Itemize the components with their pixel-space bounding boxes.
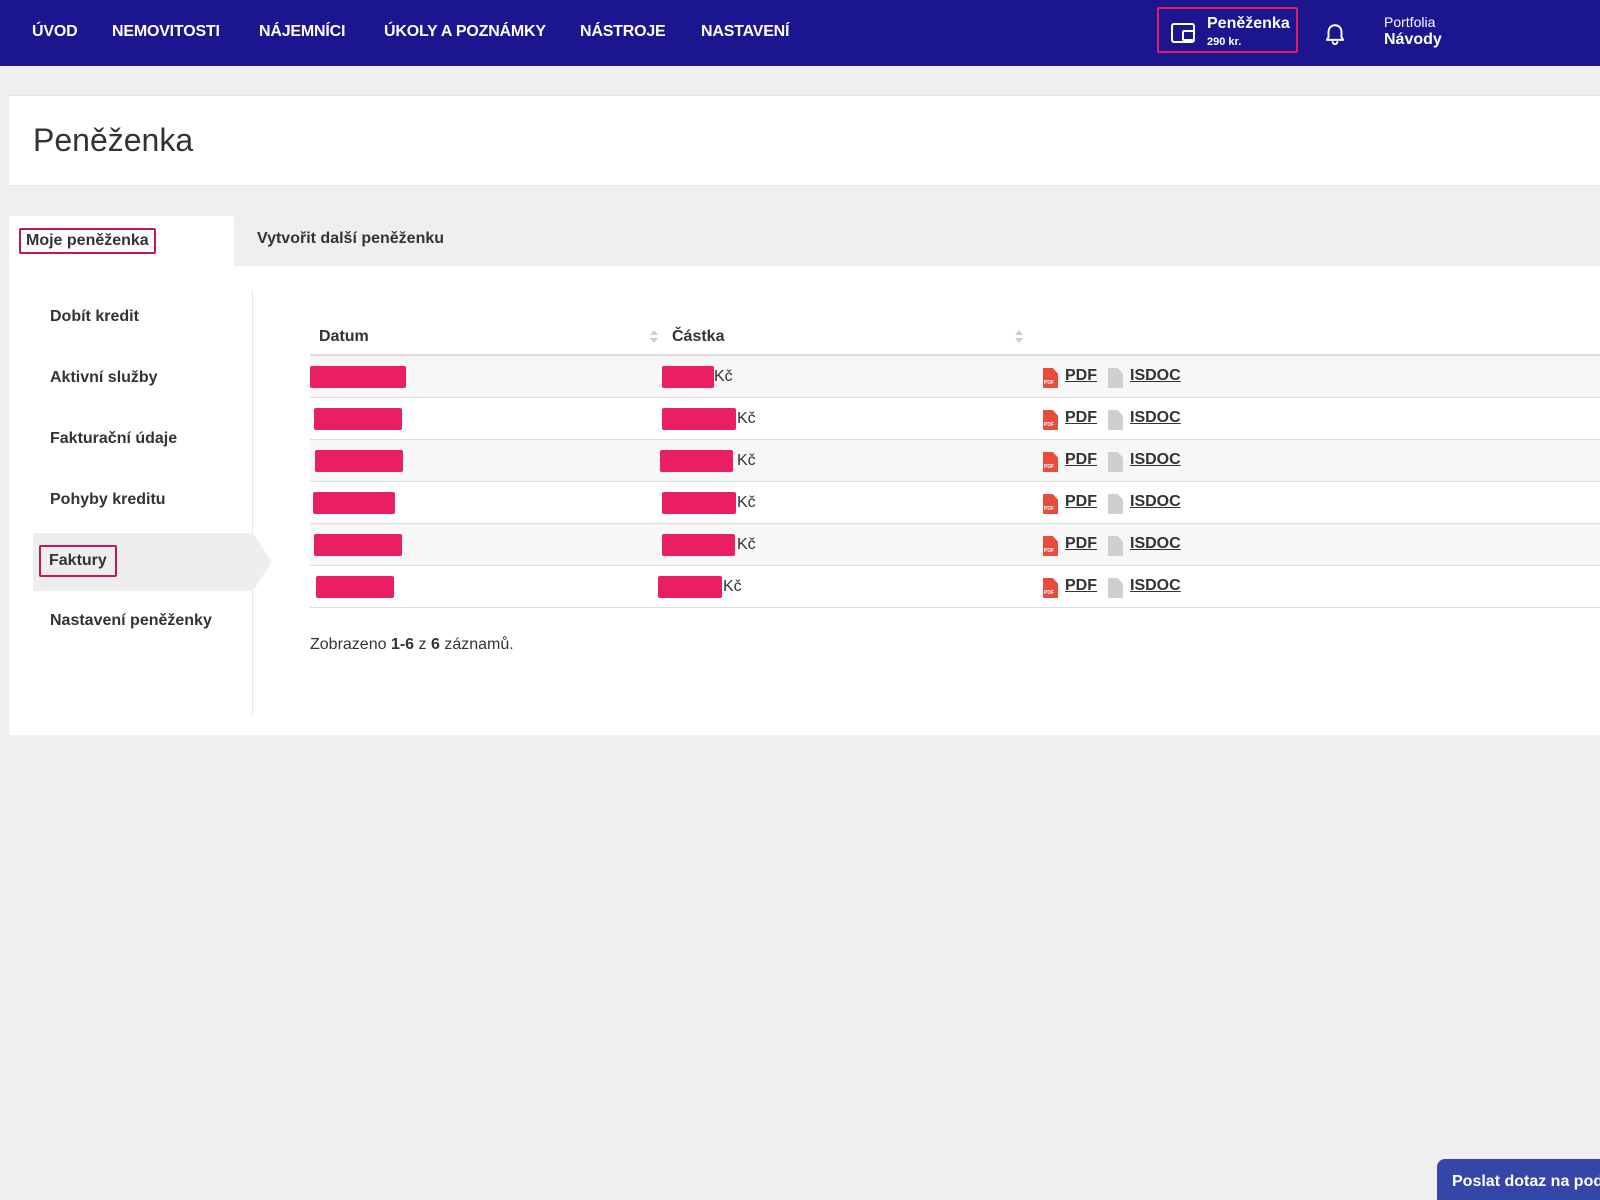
bell-icon[interactable] <box>1322 22 1348 48</box>
sidebar-item-dobit-kredit[interactable]: Dobít kredit <box>33 290 253 348</box>
table-row: Kč PDF ISDOC <box>310 482 1600 524</box>
document-icon[interactable] <box>1108 410 1123 430</box>
isdoc-download-link[interactable]: ISDOC <box>1130 451 1181 469</box>
nav-item-nastroje[interactable]: NÁSTROJE <box>580 23 666 41</box>
wallet-sidebar: Dobít kredit Aktivní služby Fakturační ú… <box>33 290 272 715</box>
redacted-date <box>315 450 403 472</box>
document-icon[interactable] <box>1108 578 1123 598</box>
sidebar-item-label: Nastavení peněženky <box>50 612 212 629</box>
pagination-of: z <box>418 636 427 653</box>
amount-currency: Kč <box>737 410 756 427</box>
amount-currency: Kč <box>737 494 756 511</box>
isdoc-download-link[interactable]: ISDOC <box>1130 409 1181 427</box>
redacted-date <box>313 492 395 514</box>
redacted-date <box>316 576 394 598</box>
document-icon[interactable] <box>1108 452 1123 472</box>
pagination-prefix: Zobrazeno <box>310 636 387 653</box>
wallet-balance: 290 kr. <box>1207 36 1242 48</box>
redacted-amount <box>662 492 736 514</box>
tab-vytvorit-penezenku[interactable]: Vytvořit další peněženku <box>257 216 557 266</box>
table-row: Kč PDF ISDOC <box>310 566 1600 608</box>
tab-label: Moje peněženka <box>19 228 156 254</box>
column-header-datum[interactable]: Datum <box>319 328 369 346</box>
table-row: Kč PDF ISDOC <box>310 398 1600 440</box>
sidebar-item-label: Pohyby kreditu <box>50 491 166 508</box>
isdoc-download-link[interactable]: ISDOC <box>1130 367 1181 385</box>
sidebar-item-label: Dobít kredit <box>50 308 139 325</box>
redacted-amount <box>658 576 722 598</box>
pdf-download-link[interactable]: PDF <box>1065 577 1097 595</box>
pdf-download-link[interactable]: PDF <box>1065 451 1097 469</box>
pdf-download-link[interactable]: PDF <box>1065 409 1097 427</box>
document-icon[interactable] <box>1108 536 1123 556</box>
pdf-icon[interactable] <box>1043 368 1058 388</box>
sidebar-item-aktivni-sluzby[interactable]: Aktivní služby <box>33 351 253 409</box>
pdf-download-link[interactable]: PDF <box>1065 493 1097 511</box>
page-header: Peněženka <box>9 95 1600 186</box>
table-body: Kč PDF ISDOC Kč PDF ISDOC Kč PDF <box>310 356 1600 608</box>
redacted-amount <box>662 534 735 556</box>
nav-item-nemovitosti[interactable]: NEMOVITOSTI <box>112 23 220 41</box>
nav-item-ukoly[interactable]: ÚKOLY A POZNÁMKY <box>384 23 546 41</box>
user-menu-top[interactable]: Portfolia <box>1384 14 1435 30</box>
table-row: Kč PDF ISDOC <box>310 440 1600 482</box>
redacted-date <box>310 366 406 388</box>
invoices-table: Datum Částka Kč PDF ISDOC Kč PDF <box>310 316 1600 608</box>
redacted-amount <box>662 408 736 430</box>
redacted-amount <box>662 366 714 388</box>
support-button[interactable]: Poslat dotaz na podporu <box>1437 1159 1600 1200</box>
pdf-icon[interactable] <box>1043 410 1058 430</box>
pdf-download-link[interactable]: PDF <box>1065 535 1097 553</box>
tab-label: Vytvořit další peněženku <box>257 230 445 247</box>
table-row: Kč PDF ISDOC <box>310 356 1600 398</box>
isdoc-download-link[interactable]: ISDOC <box>1130 535 1181 553</box>
table-row: Kč PDF ISDOC <box>310 524 1600 566</box>
pdf-icon[interactable] <box>1043 452 1058 472</box>
sidebar-item-label: Aktivní služby <box>50 369 158 386</box>
pagination-range: 1-6 <box>390 636 415 653</box>
column-header-castka[interactable]: Částka <box>672 328 724 346</box>
sidebar-item-fakturacni-udaje[interactable]: Fakturační údaje <box>33 412 253 470</box>
tab-moje-penezenka[interactable]: Moje peněženka <box>9 216 234 266</box>
redacted-amount <box>660 450 733 472</box>
document-icon[interactable] <box>1108 368 1123 388</box>
nav-item-najemnici[interactable]: NÁJEMNÍCI <box>259 23 345 41</box>
pdf-icon[interactable] <box>1043 494 1058 514</box>
amount-currency: Kč <box>714 368 733 385</box>
nav-item-nastaveni[interactable]: NASTAVENÍ <box>701 23 789 41</box>
sort-datum-icon[interactable] <box>650 330 658 344</box>
top-navbar: ÚVOD NEMOVITOSTI NÁJEMNÍCI ÚKOLY A POZNÁ… <box>0 0 1600 66</box>
wallet-button[interactable]: Peněženka 290 kr. <box>1157 7 1298 53</box>
main-panel: Dobít kredit Aktivní služby Fakturační ú… <box>9 266 1600 735</box>
pdf-icon[interactable] <box>1043 578 1058 598</box>
pagination-total: 6 <box>430 636 440 653</box>
document-icon[interactable] <box>1108 494 1123 514</box>
sidebar-item-nastaveni-penezenky[interactable]: Nastavení peněženky <box>33 594 253 652</box>
page-title: Peněženka <box>33 122 194 158</box>
user-menu-bottom[interactable]: Návody <box>1384 31 1442 49</box>
pagination-info: Zobrazeno 1-6 z 6 záznamů. <box>310 636 514 654</box>
redacted-date <box>314 408 402 430</box>
sort-castka-icon[interactable] <box>1015 330 1023 344</box>
sidebar-item-label: Fakturační údaje <box>50 430 178 447</box>
amount-currency: Kč <box>723 578 742 595</box>
pdf-download-link[interactable]: PDF <box>1065 367 1097 385</box>
nav-item-uvod[interactable]: ÚVOD <box>32 23 78 41</box>
sidebar-item-label: Faktury <box>39 545 117 577</box>
isdoc-download-link[interactable]: ISDOC <box>1130 493 1181 511</box>
pdf-icon[interactable] <box>1043 536 1058 556</box>
sidebar-item-pohyby-kreditu[interactable]: Pohyby kreditu <box>33 473 253 531</box>
amount-currency: Kč <box>737 536 756 553</box>
redacted-date <box>314 534 402 556</box>
isdoc-download-link[interactable]: ISDOC <box>1130 577 1181 595</box>
amount-currency: Kč <box>737 452 756 469</box>
sidebar-item-faktury[interactable]: Faktury <box>33 533 272 591</box>
pagination-suffix: záznamů. <box>444 636 514 653</box>
wallet-icon <box>1171 23 1195 43</box>
wallet-title: Peněženka <box>1207 15 1290 32</box>
table-header: Datum Částka <box>310 316 1600 356</box>
